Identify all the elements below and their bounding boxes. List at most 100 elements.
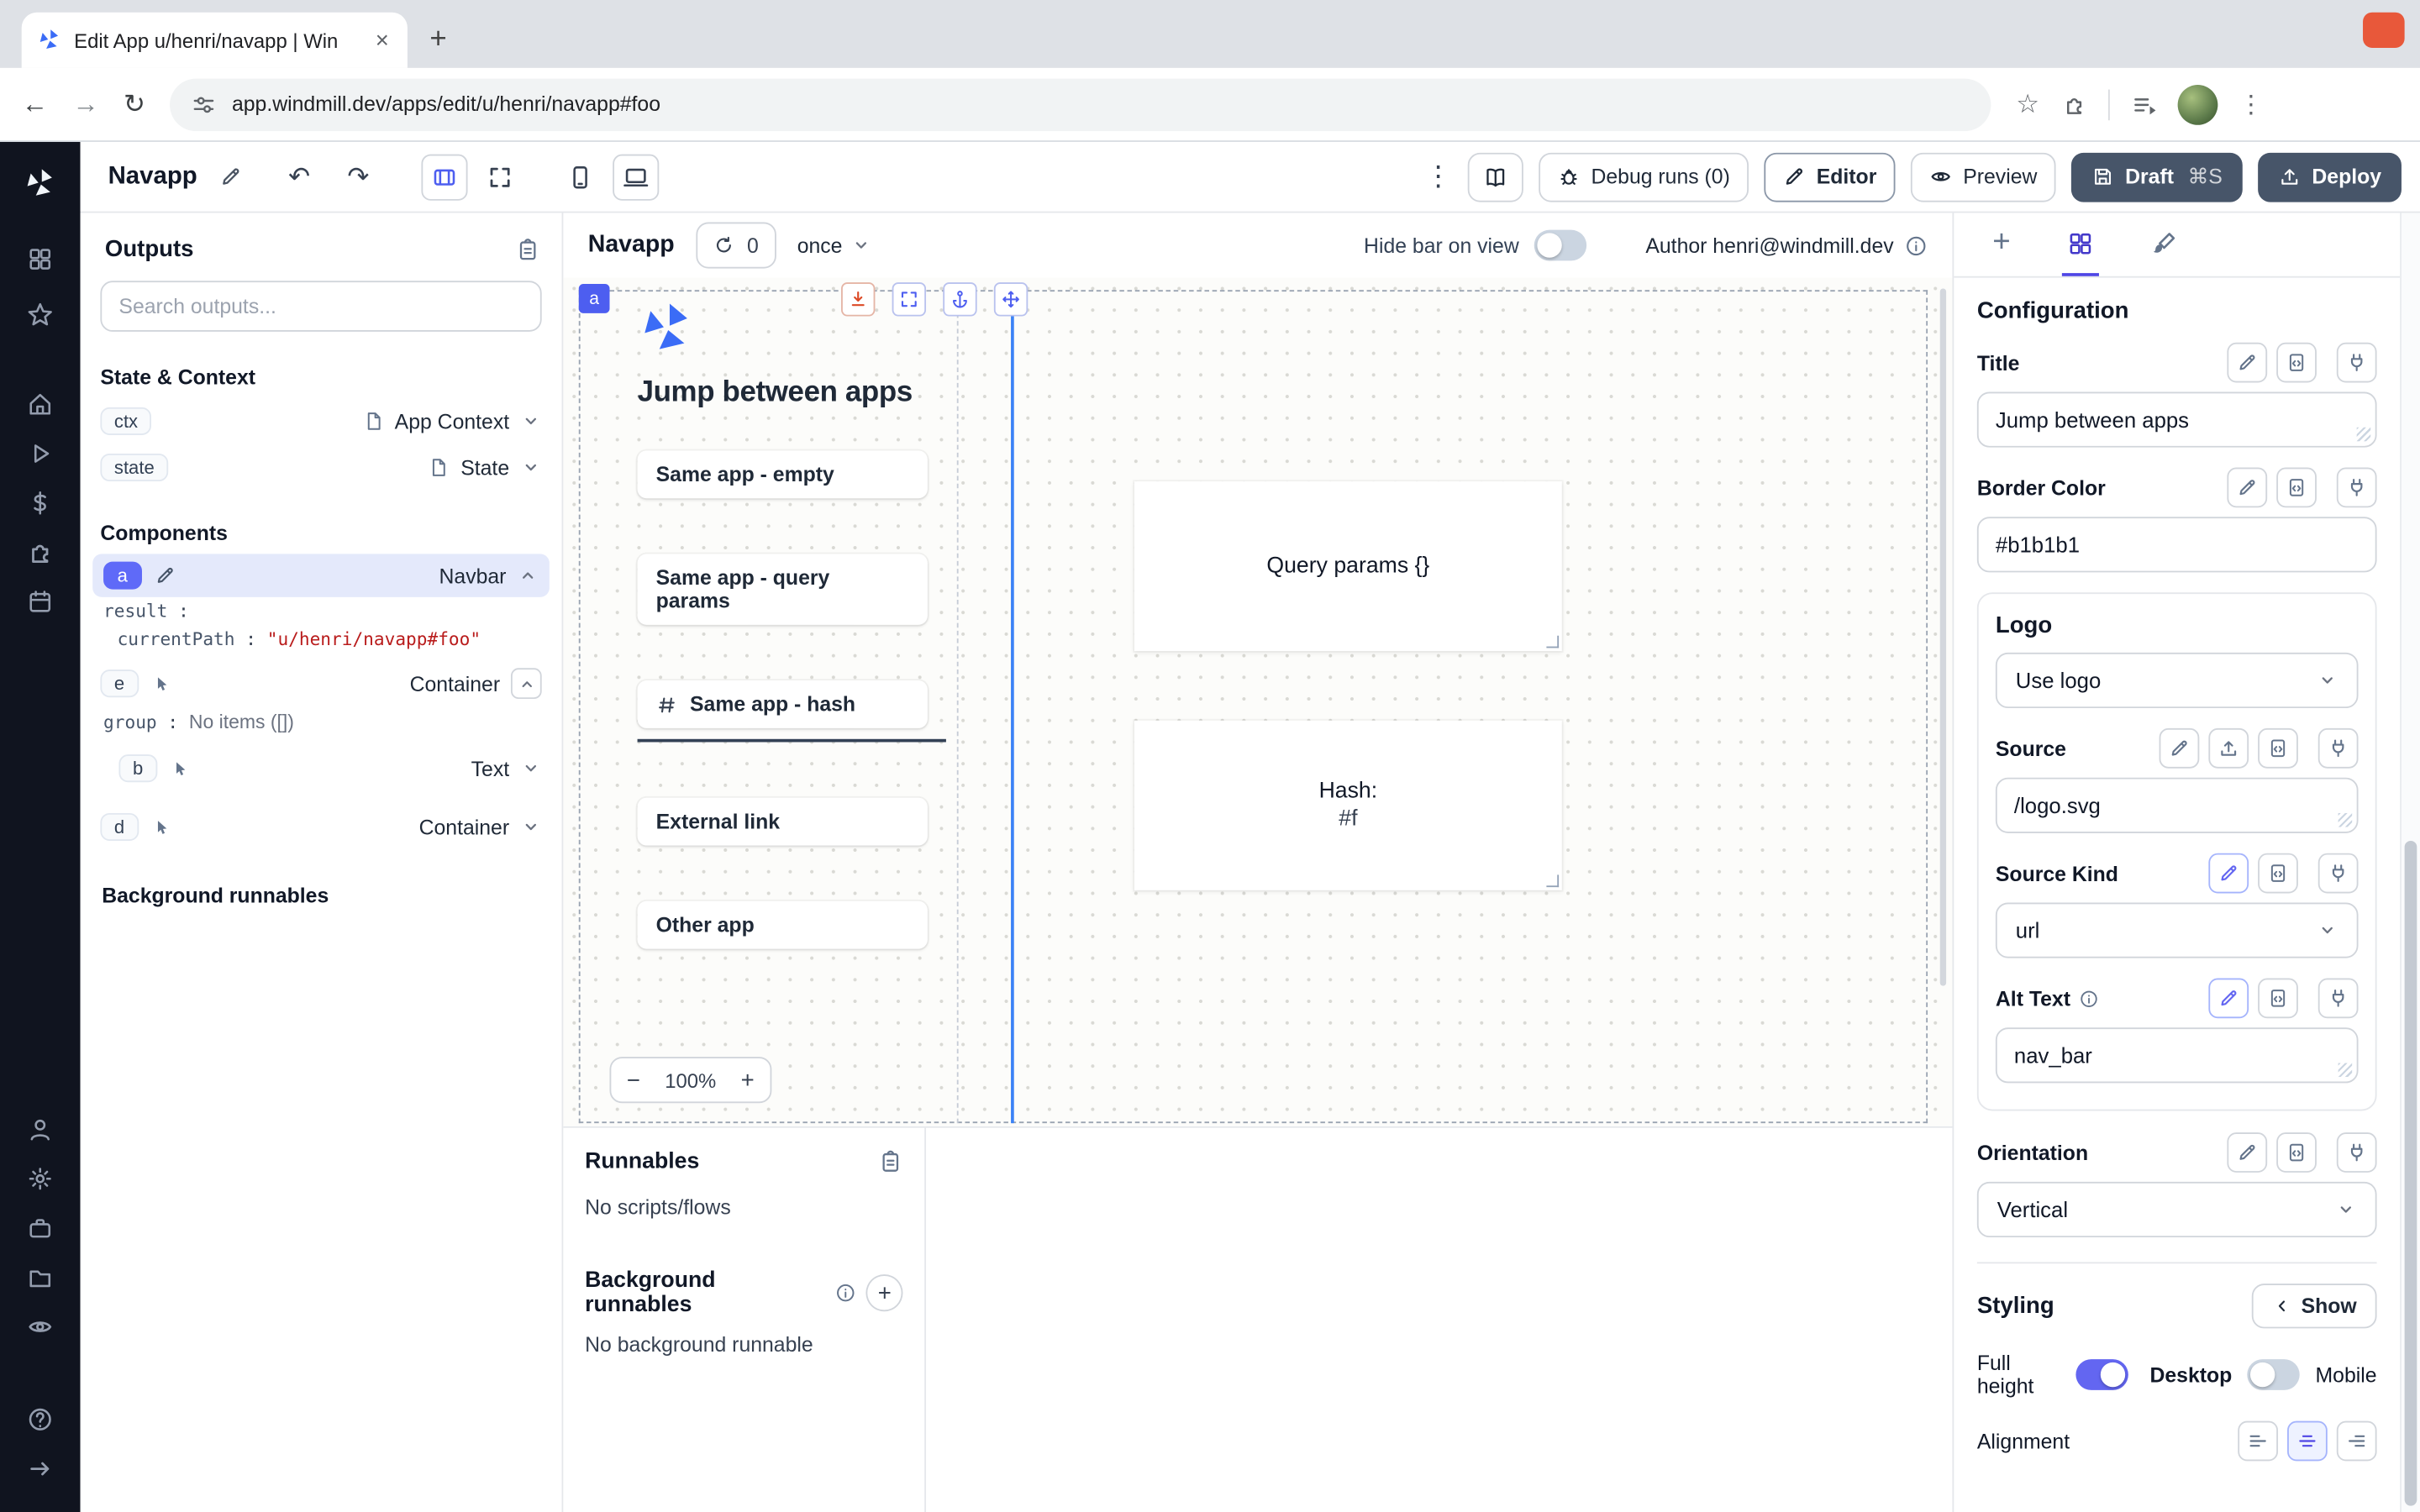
title-input[interactable] [1977,392,2377,448]
connect-output-button[interactable] [2318,978,2359,1018]
nav-link-hash[interactable]: Same app - hash [638,680,928,728]
debug-runs-button[interactable]: Debug runs (0) [1539,152,1749,202]
edit-static-button[interactable] [2227,1132,2267,1173]
current-path-line[interactable]: currentPath : "u/henri/navapp#foo" [81,625,562,653]
tab-component-settings[interactable] [2061,213,2098,276]
address-input[interactable]: app.windmill.dev/apps/edit/u/henri/navap… [170,78,1991,130]
site-settings-icon[interactable] [192,92,216,116]
variables-icon[interactable] [26,489,54,517]
hand-pointer-icon[interactable] [150,674,171,694]
resources-icon[interactable] [26,538,54,566]
search-outputs-input[interactable] [100,281,541,332]
eval-button[interactable] [2258,853,2298,894]
docs-button[interactable] [1468,152,1523,202]
user-icon[interactable] [26,1116,54,1143]
edit-id-icon[interactable] [154,564,176,586]
desktop-view-toggle[interactable] [613,154,660,200]
align-left-button[interactable] [2238,1421,2278,1462]
apps-icon[interactable] [26,245,54,273]
nav-link-other-app[interactable]: Other app [638,901,928,949]
chevron-down-icon[interactable] [520,457,542,479]
schedules-icon[interactable] [26,588,54,616]
component-row-container-e[interactable]: e Container [81,659,562,708]
info-icon[interactable] [834,1282,855,1304]
chevron-down-icon[interactable] [520,816,542,838]
collapse-button[interactable] [511,668,542,699]
back-icon[interactable]: ← [22,89,48,120]
alt-text-input[interactable] [1996,1027,2359,1083]
expand-component-button[interactable] [892,282,926,316]
edit-static-button[interactable] [2208,978,2249,1018]
help-icon[interactable] [26,1405,54,1433]
fullscreen-toggle[interactable] [477,154,523,200]
border-color-input[interactable] [1977,517,2377,572]
favorites-icon[interactable] [26,301,54,328]
reload-icon[interactable]: ↻ [124,89,145,120]
state-row[interactable]: state State [81,444,562,491]
upload-button[interactable] [2208,728,2249,769]
edit-static-button[interactable] [2208,853,2249,894]
connect-output-button[interactable] [2337,1132,2377,1173]
align-right-button[interactable] [2337,1421,2377,1462]
collapse-rail-icon[interactable] [26,1455,54,1483]
anchor-component-button[interactable] [943,282,976,316]
scrollbar-thumb[interactable] [2405,841,2417,1506]
home-icon[interactable] [26,391,54,418]
eval-button[interactable] [2276,343,2317,383]
eval-button[interactable] [2276,468,2317,508]
group-line[interactable]: group : No items ([]) [81,708,562,736]
nav-link-external[interactable]: External link [638,798,928,846]
more-options-icon[interactable]: ⋮ [1424,160,1452,193]
runs-icon[interactable] [26,439,54,467]
audit-logs-icon[interactable] [26,1313,54,1341]
source-kind-select[interactable]: url [1996,902,2359,958]
media-queue-icon[interactable] [2131,92,2155,116]
component-row-container-d[interactable]: d Container [81,804,562,850]
show-styling-button[interactable]: Show [2252,1284,2377,1328]
chevron-up-icon[interactable] [517,564,539,586]
browser-menu-icon[interactable]: ⋮ [2238,89,2263,120]
selected-component-badge[interactable]: a [579,284,610,313]
eval-button[interactable] [2276,1132,2317,1173]
refresh-icon[interactable] [713,234,735,256]
hand-pointer-icon[interactable] [150,817,171,837]
profile-avatar[interactable] [2177,84,2217,124]
rename-app-icon[interactable] [218,165,242,189]
hand-pointer-icon[interactable] [169,759,189,779]
expand-down-button[interactable] [841,282,875,316]
tab-styling[interactable] [2144,213,2181,276]
deploy-button[interactable]: Deploy [2258,152,2402,202]
query-params-card[interactable]: Query params {} [1134,481,1562,651]
draft-button[interactable]: Draft ⌘S [2071,152,2243,202]
extensions-icon[interactable] [2061,92,2086,116]
chevron-down-icon[interactable] [520,411,542,433]
zoom-out-button[interactable]: − [611,1067,655,1093]
connect-output-button[interactable] [2337,468,2377,508]
folders-icon[interactable] [26,1263,54,1291]
move-component-button[interactable] [994,282,1028,316]
edit-static-button[interactable] [2160,728,2200,769]
redo-icon[interactable]: ↷ [335,161,382,192]
chevron-down-icon[interactable] [520,758,542,780]
orientation-select[interactable]: Vertical [1977,1182,2377,1237]
window-scrollbar[interactable] [2400,213,2420,1512]
tab-insert-component[interactable]: + [1988,213,2015,276]
align-center-button[interactable] [2287,1421,2328,1462]
hide-bar-toggle[interactable] [1534,230,1586,261]
new-tab-button[interactable]: + [417,18,460,61]
result-line[interactable]: result : [81,597,562,625]
add-background-runnable-button[interactable]: + [866,1274,902,1311]
refresh-control[interactable]: 0 [696,222,776,268]
forward-icon[interactable]: → [72,89,98,120]
app-canvas[interactable]: a Jump between apps Same app - empty Sam… [563,278,1952,1126]
connect-output-button[interactable] [2318,728,2359,769]
editor-tab-button[interactable]: Editor [1764,152,1895,202]
hash-card[interactable]: Hash: #f [1134,721,1562,890]
edit-static-button[interactable] [2227,468,2267,508]
connect-output-button[interactable] [2337,343,2377,383]
info-icon[interactable] [2078,988,2098,1008]
workers-icon[interactable] [26,1215,54,1242]
eval-button[interactable] [2258,728,2298,769]
component-row-text-b[interactable]: b Text [81,745,562,791]
nav-link-empty[interactable]: Same app - empty [638,450,928,498]
